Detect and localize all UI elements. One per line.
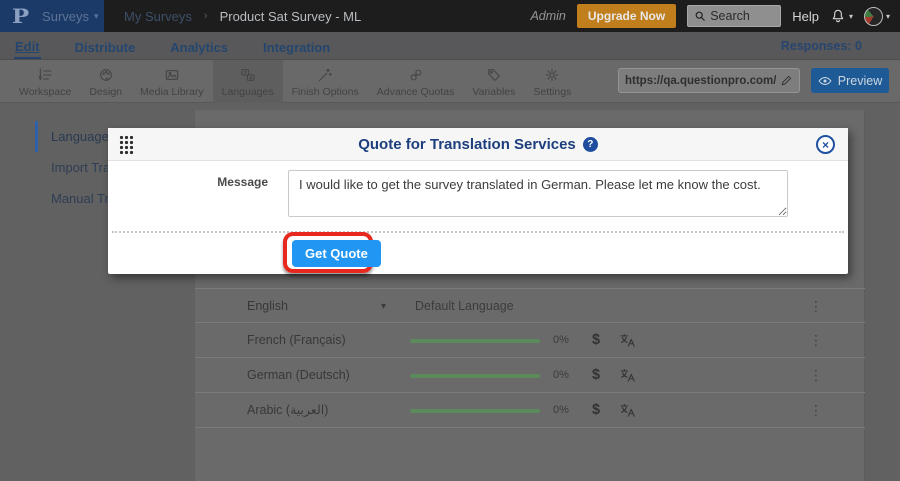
- language-name: English: [247, 289, 288, 324]
- quote-translation-modal: Quote for Translation Services ? × Messa…: [108, 128, 848, 274]
- responses-count: Responses: 0: [781, 32, 862, 60]
- tab-integration[interactable]: Integration: [262, 35, 331, 58]
- quote-dollar-icon[interactable]: $: [592, 393, 600, 428]
- toolbar-item-languages[interactable]: Languages: [213, 60, 283, 103]
- kebab-menu-icon[interactable]: ⋮: [809, 393, 823, 428]
- toolbar-item-finish-options[interactable]: Finish Options: [283, 60, 368, 103]
- translation-progress-bar: [410, 339, 540, 343]
- language-row-french: French (Français) 0% $ ⋮: [195, 323, 865, 358]
- language-row-english: English ▾ Default Language ⋮: [195, 288, 865, 323]
- variables-icon: [486, 67, 502, 83]
- languages-icon: [240, 67, 256, 83]
- language-row-german: German (Deutsch) 0% $ ⋮: [195, 358, 865, 393]
- close-icon[interactable]: ×: [816, 135, 835, 154]
- help-link[interactable]: Help: [792, 9, 819, 24]
- toolbar-item-settings[interactable]: Settings: [524, 60, 580, 103]
- get-quote-button[interactable]: Get Quote: [292, 240, 381, 267]
- toolbar-item-media-library[interactable]: Media Library: [131, 60, 213, 103]
- bell-icon: [830, 8, 846, 24]
- quote-dollar-icon[interactable]: $: [592, 323, 600, 358]
- survey-url-input[interactable]: [625, 75, 776, 87]
- chevron-down-icon: ▾: [849, 12, 853, 21]
- translate-icon[interactable]: [619, 367, 636, 384]
- toolbar-item-variables[interactable]: Variables: [463, 60, 524, 103]
- search-input[interactable]: [710, 9, 772, 23]
- message-textarea[interactable]: I would like to get the survey translate…: [288, 170, 788, 217]
- survey-tab-bar: Edit Distribute Analytics Integration Re…: [0, 32, 900, 60]
- logo-block: P Surveys ▾: [0, 0, 104, 32]
- edit-url-pencil-icon[interactable]: [780, 74, 793, 87]
- kebab-menu-icon[interactable]: ⋮: [809, 358, 823, 393]
- translation-progress-pct: 0%: [553, 358, 569, 393]
- eye-icon: [818, 74, 832, 88]
- modal-header: Quote for Translation Services ? ×: [108, 128, 848, 161]
- translation-progress-pct: 0%: [553, 393, 569, 428]
- chevron-down-icon: ▾: [886, 12, 890, 21]
- design-icon: [98, 67, 114, 83]
- language-name: French (Français): [247, 323, 346, 358]
- translate-icon[interactable]: [619, 332, 636, 349]
- translation-progress-bar: [410, 374, 540, 378]
- kebab-menu-icon[interactable]: ⋮: [809, 323, 823, 358]
- quote-dollar-icon[interactable]: $: [592, 358, 600, 393]
- language-row-arabic: Arabic (العربية) 0% $ ⋮: [195, 393, 865, 428]
- advance-quotas-icon: [408, 67, 424, 83]
- breadcrumb-parent[interactable]: My Surveys: [124, 9, 192, 24]
- finish-options-icon: [317, 67, 333, 83]
- breadcrumb: My Surveys › Product Sat Survey - ML: [124, 0, 361, 32]
- notifications-button[interactable]: ▾: [830, 8, 853, 24]
- language-dropdown-caret-icon[interactable]: ▾: [381, 289, 386, 324]
- questionpro-logo-icon: P: [12, 6, 29, 26]
- message-label: Message: [203, 175, 268, 189]
- tab-distribute[interactable]: Distribute: [74, 35, 137, 58]
- tab-analytics[interactable]: Analytics: [169, 35, 229, 58]
- toolbar-item-advance-quotas[interactable]: Advance Quotas: [368, 60, 464, 103]
- language-name: Arabic (العربية): [247, 393, 328, 428]
- modal-footer-divider: [112, 231, 844, 233]
- media-library-icon: [164, 67, 180, 83]
- workspace-icon: [37, 67, 53, 83]
- top-bar: P Surveys ▾ My Surveys › Product Sat Sur…: [0, 0, 900, 32]
- language-name: German (Deutsch): [247, 358, 350, 393]
- default-language-label: Default Language: [415, 289, 514, 324]
- chevron-down-icon: ▾: [94, 12, 99, 21]
- upgrade-now-button[interactable]: Upgrade Now: [577, 4, 676, 28]
- edit-toolbar: Workspace Design Media Library Languages…: [0, 60, 900, 103]
- admin-label: Admin: [530, 9, 565, 23]
- translation-progress-pct: 0%: [553, 323, 569, 358]
- breadcrumb-separator-icon: ›: [204, 10, 208, 22]
- surveys-menu[interactable]: Surveys ▾: [42, 9, 99, 24]
- preview-button[interactable]: Preview: [811, 68, 889, 93]
- help-icon[interactable]: ?: [583, 137, 598, 152]
- modal-title: Quote for Translation Services: [358, 136, 576, 153]
- account-menu[interactable]: ▾: [864, 7, 890, 26]
- kebab-menu-icon[interactable]: ⋮: [809, 289, 823, 324]
- topbar-right-cluster: Admin Upgrade Now Help ▾ ▾: [530, 0, 890, 32]
- avatar: [864, 7, 883, 26]
- surveys-menu-label: Surveys: [42, 9, 89, 24]
- settings-icon: [544, 67, 560, 83]
- tab-edit[interactable]: Edit: [14, 34, 41, 59]
- search-box[interactable]: [687, 5, 781, 27]
- search-icon: [694, 10, 706, 22]
- translate-icon[interactable]: [619, 402, 636, 419]
- toolbar-item-workspace[interactable]: Workspace: [10, 60, 80, 103]
- toolbar-item-design[interactable]: Design: [80, 60, 131, 103]
- translation-progress-bar: [410, 409, 540, 413]
- breadcrumb-current: Product Sat Survey - ML: [220, 9, 362, 24]
- survey-url-field[interactable]: [618, 68, 800, 93]
